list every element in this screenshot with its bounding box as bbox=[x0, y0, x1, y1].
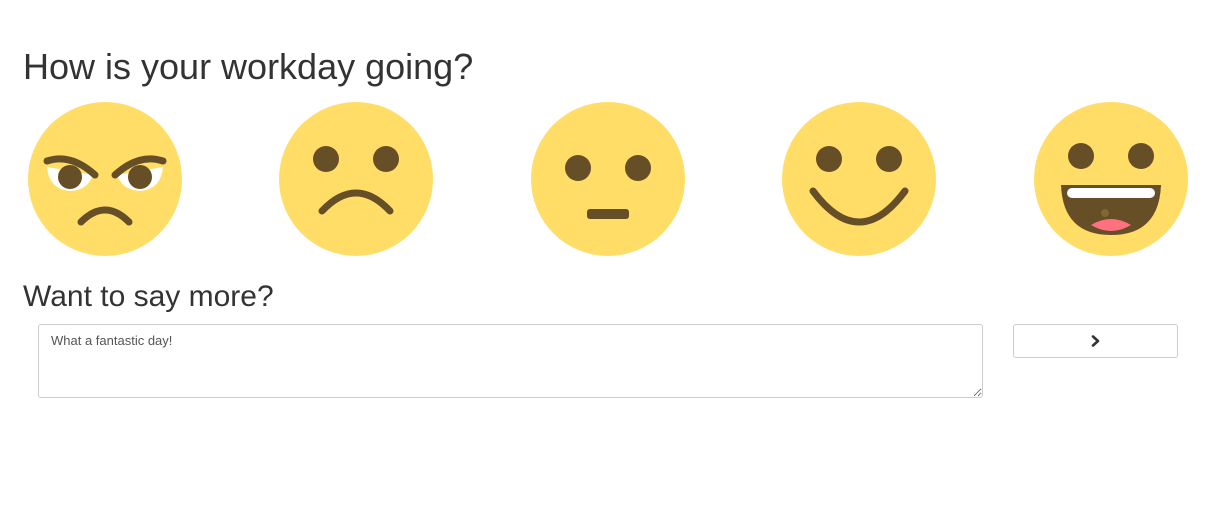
grinning-face-icon bbox=[1034, 102, 1188, 256]
angry-face-icon bbox=[28, 102, 182, 256]
mood-option-happy[interactable] bbox=[781, 101, 937, 257]
mood-option-very-happy[interactable] bbox=[1033, 101, 1189, 257]
mood-option-sad[interactable] bbox=[278, 101, 434, 257]
submit-button[interactable] bbox=[1013, 324, 1178, 358]
smiling-face-icon bbox=[782, 102, 936, 256]
survey-page: How is your workday going? Want to say m… bbox=[0, 0, 1220, 528]
mood-options bbox=[0, 101, 1220, 257]
feedback-comment-field[interactable]: What a fantastic day! bbox=[38, 324, 983, 398]
frowning-face-icon bbox=[279, 102, 433, 256]
mood-option-angry[interactable] bbox=[27, 101, 183, 257]
neutral-face-icon bbox=[531, 102, 685, 256]
chevron-right-icon bbox=[1091, 335, 1099, 347]
survey-question: How is your workday going? bbox=[23, 46, 474, 87]
feedback-prompt: Want to say more? bbox=[23, 280, 274, 313]
mood-option-neutral[interactable] bbox=[530, 101, 686, 257]
